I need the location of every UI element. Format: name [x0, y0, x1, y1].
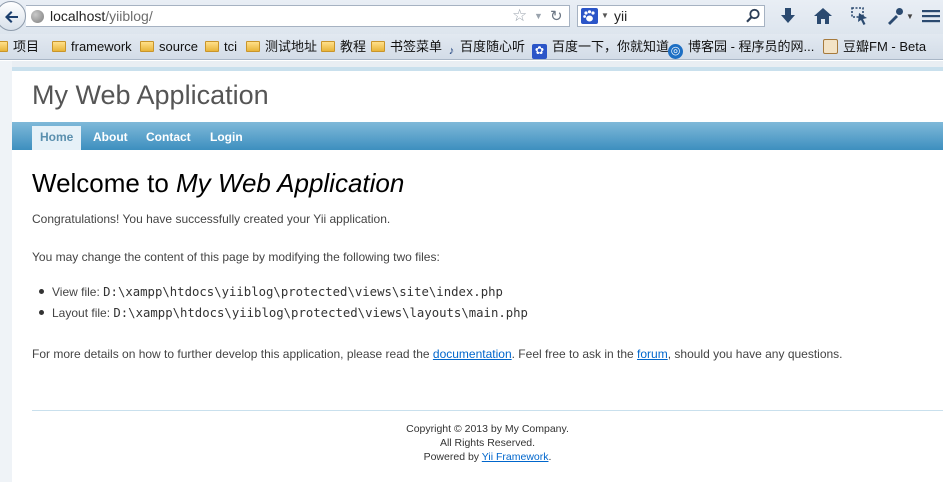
- bullet-icon: [39, 310, 44, 315]
- footer-rights: All Rights Reserved.: [439, 437, 536, 449]
- bookmark-cnblogs[interactable]: ◎ 博客园 - 程序员的网...: [668, 38, 815, 59]
- bookmark-label: 教程: [340, 39, 367, 54]
- bookmark-label: framework: [71, 39, 132, 54]
- main-content: Welcome to My Web Application Congratula…: [32, 167, 932, 361]
- home-icon[interactable]: [813, 6, 833, 26]
- back-button[interactable]: [0, 1, 26, 31]
- reload-icon[interactable]: ↻: [550, 7, 563, 25]
- bookmark-label: 测试地址: [265, 39, 318, 54]
- bookmark-baidu[interactable]: ✿ 百度一下，你就知道: [532, 38, 670, 59]
- powered-prefix: Powered by: [423, 451, 482, 463]
- congrats-text: Congratulations! You have successfully c…: [32, 212, 391, 226]
- bookmark-folder-tci[interactable]: tci: [205, 38, 237, 56]
- bookmark-folder-projects[interactable]: 项目: [0, 38, 39, 56]
- menu-item-login[interactable]: Login: [202, 126, 251, 150]
- folder-icon: [0, 41, 8, 52]
- bookmark-label: 百度一下，你就知道: [552, 39, 670, 54]
- file-path: D:\xampp\htdocs\yiiblog\protected\views\…: [103, 285, 503, 299]
- navigation-toolbar: localhost/yiiblog/ ☆ ▼ ↻ ▼ yii ▼: [0, 0, 943, 34]
- baidu-paw-icon[interactable]: [581, 8, 598, 24]
- search-query: yii: [614, 8, 628, 24]
- menu-item-about[interactable]: About: [85, 126, 136, 150]
- footer-divider: [32, 410, 943, 411]
- bookmark-folder-tutorials[interactable]: 教程: [321, 38, 366, 56]
- file-label: View file:: [52, 285, 104, 299]
- download-icon[interactable]: [778, 6, 798, 26]
- folder-icon: [371, 41, 385, 52]
- bookmark-baidu-music[interactable]: ♪ 百度随心听: [446, 38, 526, 57]
- bookmark-label: 豆瓣FM - Beta: [843, 39, 927, 54]
- details-text-part: , should you have any questions.: [667, 347, 843, 361]
- bookmarks-toolbar: 项目 framework source tci 测试地址 教程 书签菜单 ♪ 百度…: [0, 34, 943, 60]
- baidu-paw-icon: ✿: [532, 44, 547, 59]
- footer-powered-by: Powered by Yii Framework.: [32, 450, 943, 464]
- bookmark-label: 博客园 - 程序员的网...: [688, 39, 815, 54]
- menu-icon[interactable]: [921, 6, 941, 26]
- site-identity-icon[interactable]: [31, 10, 44, 23]
- page-title: Welcome to My Web Application: [32, 167, 932, 199]
- search-input[interactable]: ▼ yii: [577, 5, 765, 27]
- url-host: localhost: [50, 8, 106, 24]
- search-engine-dropdown-icon[interactable]: ▼: [601, 11, 609, 20]
- bookmark-folder-framework[interactable]: framework: [52, 38, 132, 56]
- back-arrow-icon: [5, 11, 18, 23]
- details-text-part: . Feel free to ask in the: [511, 347, 638, 361]
- site-logo: My Web Application: [32, 80, 269, 110]
- url-text: localhost/yiiblog/: [50, 8, 153, 24]
- bullet-icon: [39, 289, 44, 294]
- bookmark-folder-source[interactable]: source: [140, 38, 198, 56]
- url-input[interactable]: localhost/yiiblog/ ☆ ▼ ↻: [26, 5, 570, 27]
- bookmark-label: 项目: [13, 39, 40, 54]
- tools-dropdown-icon[interactable]: ▼: [906, 12, 914, 21]
- folder-icon: [321, 41, 335, 52]
- file-path: D:\xampp\htdocs\yiiblog\protected\views\…: [113, 306, 528, 320]
- folder-icon: [246, 41, 260, 52]
- main-menu: Home About Contact Login: [12, 122, 943, 150]
- details-text-part: For more details on how to further devel…: [32, 347, 433, 361]
- tools-icon[interactable]: [885, 6, 905, 26]
- cursor-tool-icon[interactable]: [850, 6, 870, 26]
- bookmark-label: 百度随心听: [460, 39, 526, 54]
- doubanfm-icon: [823, 39, 838, 54]
- menu-item-contact[interactable]: Contact: [138, 126, 199, 150]
- menu-item-home[interactable]: Home: [32, 126, 82, 150]
- web-page: My Web Application Home About Contact Lo…: [12, 67, 943, 482]
- bookmark-star-icon[interactable]: ☆: [512, 6, 527, 26]
- yii-framework-link[interactable]: Yii Framework: [482, 451, 549, 463]
- bookmark-douban-fm[interactable]: 豆瓣FM - Beta: [823, 38, 926, 56]
- footer-copyright: Copyright © 2013 by My Company.: [406, 423, 569, 435]
- search-icon[interactable]: [745, 8, 761, 24]
- title-prefix: Welcome to: [32, 168, 177, 198]
- cnblogs-icon: ◎: [668, 44, 683, 59]
- documentation-link[interactable]: documentation: [433, 347, 512, 361]
- bookmark-label: source: [159, 39, 199, 54]
- folder-icon: [52, 41, 66, 52]
- music-note-icon: ♪: [448, 45, 455, 57]
- modify-intro-text: You may change the content of this page …: [32, 250, 440, 264]
- list-item: Layout file: D:\xampp\htdocs\yiiblog\pro…: [32, 303, 528, 324]
- url-history-dropdown-icon[interactable]: ▼: [534, 11, 543, 21]
- file-list: View file: D:\xampp\htdocs\yiiblog\prote…: [32, 282, 528, 324]
- folder-icon: [205, 41, 219, 52]
- page-top-border: [12, 67, 943, 71]
- title-app-name: My Web Application: [176, 168, 405, 198]
- powered-suffix: .: [548, 451, 552, 463]
- url-path: /yiiblog/: [105, 8, 153, 24]
- footer: Copyright © 2013 by My Company. All Righ…: [32, 422, 943, 464]
- file-label: Layout file:: [52, 306, 114, 320]
- viewport-edge: [0, 61, 12, 482]
- bookmark-label: tci: [224, 39, 237, 54]
- bookmark-folder-bookmarks-menu[interactable]: 书签菜单: [371, 38, 442, 56]
- bookmark-folder-test-urls[interactable]: 测试地址: [246, 38, 317, 56]
- bookmark-label: 书签菜单: [390, 39, 443, 54]
- list-item: View file: D:\xampp\htdocs\yiiblog\prote…: [32, 282, 528, 303]
- forum-link[interactable]: forum: [637, 347, 668, 361]
- folder-icon: [140, 41, 154, 52]
- details-text: For more details on how to further devel…: [32, 347, 843, 361]
